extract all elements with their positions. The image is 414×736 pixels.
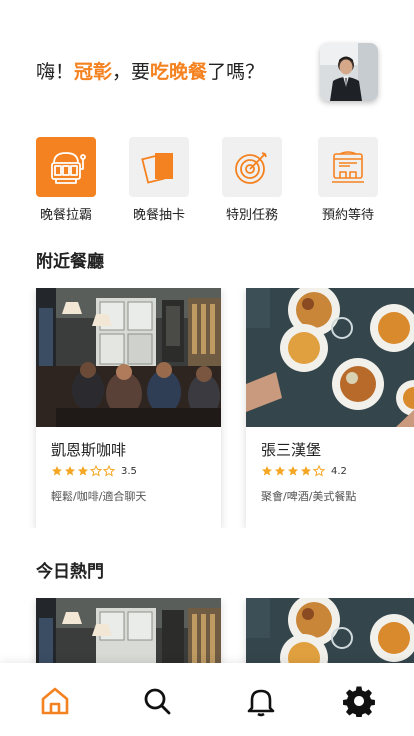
quick-action-mission[interactable]: 特別任務: [212, 137, 292, 223]
search-icon[interactable]: [141, 685, 173, 717]
greeting-prefix: 嗨！: [36, 61, 75, 83]
quick-action-reservation[interactable]: 預約等待: [308, 137, 388, 223]
greeting-middle: ，要: [112, 61, 151, 83]
restaurant-photo: [36, 288, 221, 427]
target-icon[interactable]: [222, 137, 282, 197]
restaurant-card[interactable]: 張三漢堡 4.2 聚會/啤酒/美式餐點: [246, 288, 414, 528]
popular-restaurant-list: [0, 598, 414, 663]
quick-action-label: 晚餐拉霸: [39, 208, 92, 223]
restaurant-tags: 聚會/啤酒/美式餐點: [261, 490, 357, 503]
nav-search[interactable]: [139, 683, 175, 719]
restaurant-card[interactable]: [36, 598, 221, 663]
restaurant-name: 凱恩斯咖啡: [51, 441, 127, 459]
star-filled-icon: [301, 466, 311, 476]
star-filled-icon: [288, 466, 298, 476]
rating-stars: 4.2: [261, 465, 414, 477]
rating-stars: 3.5: [51, 465, 206, 477]
quick-action-slot[interactable]: 晚餐拉霸: [26, 137, 106, 223]
restaurant-card[interactable]: [246, 598, 414, 663]
bell-icon[interactable]: [245, 685, 277, 717]
nav-notifications[interactable]: [243, 683, 279, 719]
header: 嗨！冠彰，要吃晚餐了嗎？: [0, 0, 414, 120]
quick-actions: 晚餐拉霸 晚餐抽卡 特別任務 預約等待: [0, 137, 414, 227]
rating-value: 3.5: [121, 465, 137, 477]
restaurant-name: 張三漢堡: [261, 441, 322, 459]
star-filled-icon: [275, 466, 285, 476]
greeting-action: 吃晚餐: [150, 61, 208, 83]
slot-machine-icon[interactable]: [36, 137, 96, 197]
gear-icon[interactable]: [343, 685, 375, 717]
quick-action-label: 晚餐抽卡: [132, 208, 185, 223]
restaurant-photo: [246, 288, 414, 427]
bottom-navigation: [0, 663, 414, 736]
restaurant-card[interactable]: 凱恩斯咖啡 3.5 輕鬆/咖啡/適合聊天: [36, 288, 221, 528]
greeting-suffix: 了嗎？: [207, 61, 265, 83]
section-title-popular: 今日熱門: [36, 562, 104, 582]
restaurant-photo: [36, 598, 221, 663]
avatar[interactable]: [320, 43, 378, 101]
star-filled-icon: [78, 466, 88, 476]
restaurant-photo: [246, 598, 414, 663]
cards-icon[interactable]: [129, 137, 189, 197]
user-name: 冠彰: [74, 61, 113, 83]
star-empty-icon: [313, 465, 325, 477]
restaurant-tags: 輕鬆/咖啡/適合聊天: [51, 490, 147, 503]
rating-value: 4.2: [331, 465, 347, 477]
star-empty-icon: [90, 465, 102, 477]
greeting: 嗨！冠彰，要吃晚餐了嗎？: [36, 58, 264, 86]
quick-action-cards[interactable]: 晚餐抽卡: [119, 137, 199, 223]
nav-settings[interactable]: [341, 683, 377, 719]
star-filled-icon: [262, 466, 272, 476]
star-empty-icon: [103, 465, 115, 477]
nav-home[interactable]: [37, 683, 73, 719]
quick-action-label: 特別任務: [225, 208, 278, 223]
star-filled-icon: [52, 466, 62, 476]
nearby-restaurant-list: 凱恩斯咖啡 3.5 輕鬆/咖啡/適合聊天 張三漢堡 4.2 聚會/啤酒/美式餐點: [0, 288, 414, 528]
section-title-nearby: 附近餐廳: [36, 252, 104, 272]
reservation-icon[interactable]: [318, 137, 378, 197]
quick-action-label: 預約等待: [321, 208, 374, 223]
home-icon[interactable]: [39, 685, 71, 717]
star-filled-icon: [65, 466, 75, 476]
